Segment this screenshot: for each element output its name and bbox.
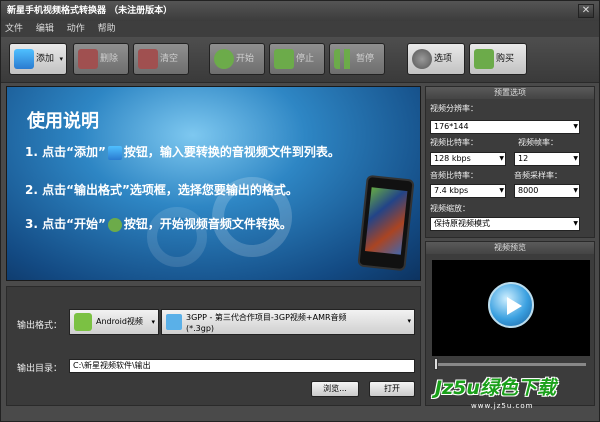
video-format-icon: [166, 314, 182, 330]
cart-icon: [474, 49, 494, 69]
toolbar: 添加 ▾ 删除 清空 开始 停止 暂停 选项 购买: [1, 37, 599, 83]
resolution-select[interactable]: 176*144 ▼: [430, 120, 580, 134]
start-button[interactable]: 开始: [209, 43, 265, 75]
instruction-step-1: 1. 点击“添加” 按钮，输入要转换的音视频文件到列表。: [25, 145, 340, 160]
instructions-title: 使用说明: [27, 111, 99, 132]
menu-help[interactable]: 帮助: [98, 24, 116, 34]
add-file-icon: [14, 49, 34, 69]
output-dir-label: 输出目录：: [17, 364, 63, 374]
window-title: 新星手机视频格式转换器 （未注册版本）: [7, 6, 173, 16]
instructions-panel: 使用说明 1. 点击“添加” 按钮，输入要转换的音视频文件到列表。 2. 点击“输…: [6, 86, 421, 281]
chevron-down-icon: ▾: [407, 317, 411, 325]
video-bitrate-select[interactable]: 128 kbps ▼: [430, 152, 506, 166]
seek-slider[interactable]: [436, 363, 586, 366]
watermark-logo: Jz5u绿色下载: [435, 377, 556, 399]
app-window: 新星手机视频格式转换器 （未注册版本） ✕ 文件 编辑 动作 帮助 添加 ▾ 删…: [0, 0, 600, 422]
refresh-icon: [107, 217, 122, 232]
buy-button[interactable]: 购买: [469, 43, 527, 75]
clear-button[interactable]: 清空: [133, 43, 189, 75]
stop-icon: [274, 49, 294, 69]
browse-button[interactable]: 浏览...: [311, 381, 359, 397]
pause-icon: [334, 49, 354, 69]
output-dir-field[interactable]: C:\新星视频软件\输出: [69, 359, 415, 373]
output-format-label: 输出格式：: [17, 321, 63, 331]
menu-file[interactable]: 文件: [5, 24, 23, 34]
device-select[interactable]: Android视频 ▾: [69, 309, 159, 335]
chevron-down-icon: ▼: [573, 123, 578, 130]
instruction-step-3: 3. 点击“开始” 按钮，开始视频音频文件转换。: [25, 217, 292, 232]
play-icon: [507, 297, 522, 315]
add-file-icon: [107, 145, 122, 160]
output-panel: 输出格式： Android视频 ▾ 3GPP - 第三代合作项目-3GP视频+A…: [6, 286, 421, 406]
chevron-down-icon: ▾: [151, 318, 155, 326]
add-button[interactable]: 添加 ▾: [9, 43, 67, 75]
chevron-down-icon: ▼: [499, 155, 504, 162]
stop-button[interactable]: 停止: [269, 43, 325, 75]
menu-bar: 文件 编辑 动作 帮助: [1, 21, 599, 37]
delete-icon: [78, 49, 98, 69]
framerate-select[interactable]: 12 ▼: [514, 152, 580, 166]
preset-panel: 预置选项 视频分辨率： 176*144 ▼ 视频比特率： 视频帧率： 128 kb…: [425, 86, 595, 238]
preview-header: 视频预览: [426, 242, 594, 254]
clear-icon: [138, 49, 158, 69]
watermark-url: www.jz5u.com: [471, 402, 534, 410]
menu-edit[interactable]: 编辑: [36, 24, 54, 34]
open-button[interactable]: 打开: [369, 381, 415, 397]
chevron-down-icon: ▼: [499, 187, 504, 194]
pause-button[interactable]: 暂停: [329, 43, 385, 75]
delete-button[interactable]: 删除: [73, 43, 129, 75]
phone-graphic: [357, 174, 415, 272]
chevron-down-icon: ▼: [573, 220, 578, 227]
android-icon: [74, 313, 92, 331]
preview-screen: [432, 260, 590, 356]
preset-header: 预置选项: [426, 87, 594, 99]
seek-slider-knob[interactable]: [434, 358, 438, 370]
options-button[interactable]: 选项: [407, 43, 465, 75]
instruction-step-2: 2. 点击“输出格式”选项框，选择您要输出的格式。: [25, 183, 298, 197]
chevron-down-icon: ▼: [573, 155, 578, 162]
samplerate-label: 音频采样率：: [514, 171, 562, 180]
scale-label: 视频缩放：: [430, 204, 470, 213]
video-bitrate-label: 视频比特率：: [430, 138, 478, 147]
format-select[interactable]: 3GPP - 第三代合作项目-3GP视频+AMR音频 (*.3gp) ▾: [161, 309, 415, 335]
title-bar: 新星手机视频格式转换器 （未注册版本） ✕: [1, 1, 599, 21]
chevron-down-icon: ▼: [573, 187, 578, 194]
close-button[interactable]: ✕: [578, 4, 594, 18]
menu-action[interactable]: 动作: [67, 24, 85, 34]
refresh-icon: [214, 49, 234, 69]
gear-icon: [412, 49, 432, 69]
resolution-label: 视频分辨率：: [430, 104, 478, 113]
audio-bitrate-label: 音频比特率：: [430, 171, 478, 180]
play-button[interactable]: [488, 282, 534, 328]
phone-screen: [364, 187, 408, 255]
samplerate-select[interactable]: 8000 ▼: [514, 184, 580, 198]
audio-bitrate-select[interactable]: 7.4 kbps ▼: [430, 184, 506, 198]
chevron-down-icon: ▾: [59, 55, 63, 63]
framerate-label: 视频帧率：: [518, 138, 558, 147]
scale-select[interactable]: 保持原视频模式 ▼: [430, 217, 580, 231]
